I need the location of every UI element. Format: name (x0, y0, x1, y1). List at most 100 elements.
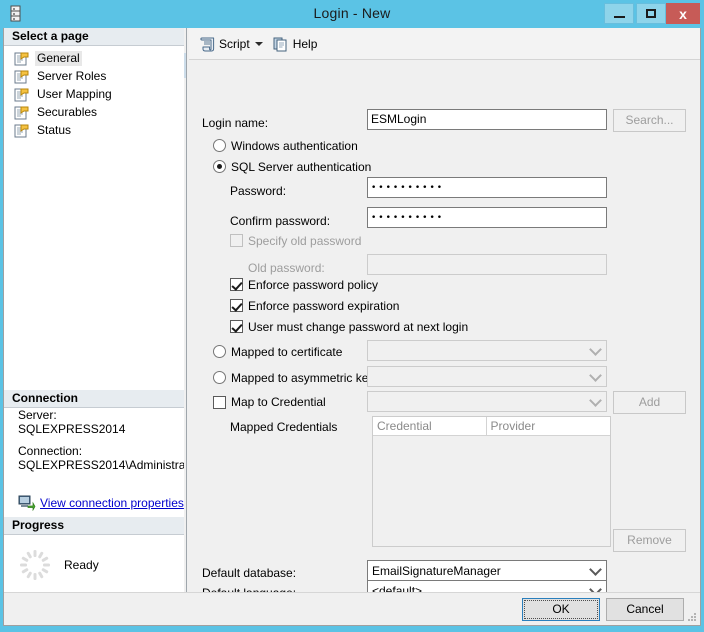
view-connection-properties-row[interactable]: View connection properties (18, 494, 184, 512)
default-database-label: Default database: (202, 566, 297, 580)
mapped-credentials-list[interactable]: Credential Provider (372, 416, 611, 547)
old-password-label: Old password: (248, 261, 325, 275)
add-credential-button[interactable]: Add (613, 391, 686, 414)
sidebar-item-label: Server Roles (37, 69, 107, 83)
old-password-input[interactable] (367, 254, 607, 275)
chevron-down-icon (589, 394, 602, 407)
page-icon (14, 51, 30, 67)
sidebar-item-general[interactable]: General (14, 50, 82, 67)
chevron-down-icon (589, 369, 602, 382)
enforce-password-expiration-checkbox[interactable] (230, 299, 243, 312)
login-name-input[interactable]: ESMLogin (367, 109, 607, 130)
chevron-down-icon (255, 41, 264, 46)
chevron-down-icon (589, 343, 602, 356)
map-to-credential-combo[interactable] (367, 391, 607, 412)
login-name-label: Login name: (202, 116, 269, 130)
connection-value: SQLEXPRESS2014\Administrator (18, 458, 200, 472)
script-label: Script (219, 36, 250, 51)
column-header-credential[interactable]: Credential (373, 417, 487, 436)
remove-credential-button[interactable]: Remove (613, 529, 686, 552)
mapped-to-asymmetric-key-label: Mapped to asymmetric key (231, 371, 375, 385)
help-icon (273, 36, 289, 52)
resize-grip-icon[interactable] (685, 610, 697, 622)
script-icon (199, 36, 215, 52)
mapped-to-certificate-combo[interactable] (367, 340, 607, 361)
windows-authentication-radio[interactable] (213, 139, 226, 152)
enforce-password-policy-label: Enforce password policy (248, 278, 379, 292)
search-button[interactable]: Search... (613, 109, 686, 132)
default-database-combo[interactable]: EmailSignatureManager (367, 560, 607, 581)
sql-authentication-radio[interactable] (213, 160, 226, 173)
page-icon (14, 69, 30, 85)
specify-old-password-checkbox[interactable] (230, 234, 243, 247)
progress-header: Progress (4, 517, 184, 535)
maximize-icon (646, 9, 656, 18)
sidebar-item-label: Status (37, 123, 72, 137)
map-to-credential-checkbox[interactable] (213, 396, 226, 409)
password-label: Password: (230, 184, 287, 198)
title-bar[interactable]: Login - New x (0, 0, 704, 28)
password-input[interactable]: •••••••••• (367, 177, 607, 198)
default-database-value: EmailSignatureManager (372, 564, 501, 578)
map-to-credential-label: Map to Credential (231, 395, 326, 409)
progress-status: Ready (64, 558, 99, 572)
mapped-credentials-label: Mapped Credentials (230, 420, 338, 434)
script-dropdown-button[interactable] (253, 33, 266, 55)
connection-details: Server: SQLEXPRESS2014 Connection: SQLEX… (4, 408, 200, 472)
column-header-provider[interactable]: Provider (486, 417, 610, 436)
splitter-line (186, 28, 187, 624)
enforce-password-expiration-label: Enforce password expiration (248, 299, 400, 313)
dialog-button-bar: OK Cancel (4, 592, 700, 624)
help-label: Help (292, 36, 318, 51)
sidebar-item-server-roles[interactable]: Server Roles (14, 68, 108, 85)
mapped-credentials-header: Credential Provider (373, 417, 610, 436)
mapped-to-certificate-label: Mapped to certificate (231, 345, 343, 359)
minimize-button[interactable] (604, 3, 634, 24)
window-title: Login - New (313, 5, 391, 21)
sidebar: Select a page General Server Roles User … (4, 28, 200, 624)
specify-old-password-label: Specify old password (248, 234, 362, 248)
connection-label: Connection: (18, 444, 83, 458)
chevron-down-icon (589, 563, 602, 576)
select-page-header: Select a page (4, 28, 184, 46)
server-value: SQLEXPRESS2014 (18, 422, 126, 436)
spinner-icon (18, 548, 52, 582)
script-button[interactable]: Script (196, 33, 253, 55)
view-connection-properties-link[interactable]: View connection properties (40, 496, 184, 510)
page-icon (14, 123, 30, 139)
focus-ring (524, 600, 598, 619)
sidebar-item-label: General (35, 51, 82, 66)
sql-authentication-label: SQL Server authentication (231, 160, 372, 174)
connection-header: Connection (4, 390, 184, 408)
minimize-icon (613, 15, 625, 18)
confirm-password-label: Confirm password: (230, 214, 331, 228)
ok-button[interactable]: OK (522, 598, 600, 621)
splitter-grip (184, 53, 186, 78)
enforce-password-policy-checkbox[interactable] (230, 278, 243, 291)
mapped-to-asymmetric-key-combo[interactable] (367, 366, 607, 387)
sidebar-item-status[interactable]: Status (14, 122, 73, 139)
cancel-button[interactable]: Cancel (606, 598, 684, 621)
computer-icon (18, 495, 36, 512)
dialog-client-area: Select a page General Server Roles User … (3, 28, 701, 626)
page-icon (14, 87, 30, 103)
close-button[interactable]: x (666, 3, 700, 24)
help-button[interactable]: Help (270, 33, 321, 55)
sidebar-item-user-mapping[interactable]: User Mapping (14, 86, 114, 103)
sidebar-item-label: Securables (37, 105, 98, 119)
mapped-to-asymmetric-key-radio[interactable] (213, 371, 226, 384)
sidebar-item-securables[interactable]: Securables (14, 104, 99, 121)
server-label: Server: (18, 408, 57, 422)
cancel-button-label: Cancel (626, 602, 664, 616)
login-new-dialog: Login - New x Select a page General Serv… (0, 0, 704, 632)
confirm-password-input[interactable]: •••••••••• (367, 207, 607, 228)
windows-authentication-label: Windows authentication (231, 139, 358, 153)
dialog-toolbar: Script Help (189, 28, 700, 60)
page-icon (14, 105, 30, 121)
close-icon: x (679, 5, 687, 22)
must-change-password-checkbox[interactable] (230, 320, 243, 333)
mapped-to-certificate-radio[interactable] (213, 345, 226, 358)
must-change-password-label: User must change password at next login (248, 320, 469, 334)
maximize-button[interactable] (636, 3, 666, 24)
